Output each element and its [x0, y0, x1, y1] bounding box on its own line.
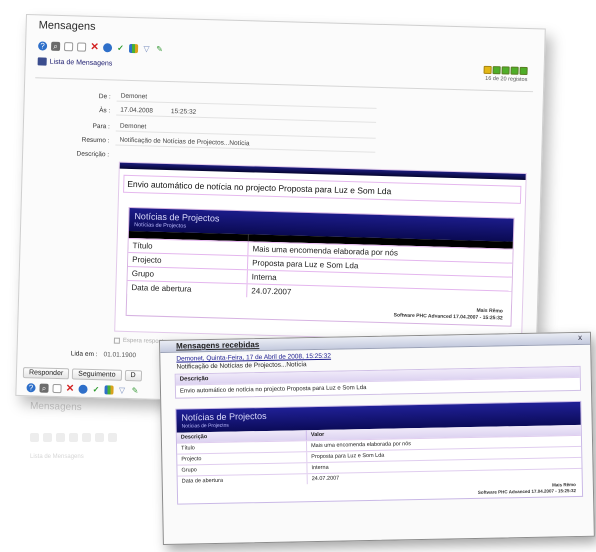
popup-news-card: Notícias de Projectos Notícias de Projec… [175, 400, 584, 505]
signature-line: Software PHC Advanced 17.04.2007 - 15:25… [477, 488, 577, 495]
reflection-icon [69, 433, 78, 442]
search-icon[interactable]: ⌕ [50, 41, 61, 51]
copy-icon[interactable] [76, 42, 87, 52]
reflection-icon [43, 433, 52, 442]
reply-button[interactable]: Responder [22, 367, 70, 380]
help-icon[interactable]: ? [37, 41, 48, 51]
follow-up-button[interactable]: Seguimento [72, 368, 122, 381]
window-title: Mensagens [38, 19, 96, 33]
reflection-icon [30, 433, 39, 442]
reflection-icon [95, 433, 104, 442]
next-record-icon[interactable] [501, 66, 510, 75]
popup-title: Mensagens recebidas [176, 340, 260, 351]
reflection-icon [56, 433, 65, 442]
filter-icon[interactable]: ▽ [142, 44, 151, 53]
field-label: Às : [99, 106, 111, 114]
previous-record-icon[interactable] [492, 66, 501, 75]
action-buttons: Responder Seguimento D [22, 367, 142, 382]
received-messages-popup: Mensagens recebidas x Demonet, Quinta-Fe… [159, 331, 595, 545]
chart-icon[interactable] [128, 43, 139, 54]
delete-icon[interactable]: ✕ [65, 383, 75, 394]
description-box: Envio automático de notícia no projecto … [114, 161, 527, 343]
bottom-toolbar: ? ⌕ ✕ ✓ ▽ ✎ [26, 383, 139, 395]
header-divider [35, 77, 534, 93]
record-navigator [483, 65, 528, 76]
filter-icon[interactable]: ▽ [117, 386, 126, 395]
edit-icon[interactable]: ✎ [155, 45, 164, 54]
reflection-icon [108, 433, 117, 442]
first-record-icon[interactable] [483, 65, 492, 75]
delete-icon[interactable]: ✕ [90, 42, 99, 53]
signature-name: Mais Rêmo [476, 307, 503, 315]
reflection-icon [82, 433, 91, 442]
field-label: Descrição : [76, 150, 110, 159]
field-label: Para : [92, 122, 110, 130]
read-on-value[interactable]: 01.01.1900 [103, 351, 136, 359]
record-count: 16 de 20 registos [485, 75, 528, 84]
read-on-label: Lida em : [70, 350, 98, 359]
read-on-row: Lida em : 01.01.1900 [57, 350, 136, 359]
message-list-label: Lista de Mensagens [49, 58, 113, 67]
goto-record-icon[interactable] [519, 66, 528, 76]
check-icon[interactable]: ✓ [116, 44, 125, 53]
message-list-link[interactable]: Lista de Mensagens [37, 57, 113, 67]
summary-value[interactable]: Notificação de Notícias de Projectos...N… [115, 135, 376, 153]
field-label: Resumo : [81, 136, 110, 144]
last-record-icon[interactable] [510, 66, 519, 75]
field-label: De : [98, 92, 111, 100]
field-description: Descrição : [37, 149, 115, 158]
more-button[interactable]: D [124, 369, 142, 382]
checkbox-box[interactable] [113, 337, 120, 344]
signature-name: Mais Rêmo [552, 482, 576, 488]
date-value[interactable]: 17.04.2008 15:25:32 [116, 105, 377, 123]
search-icon[interactable]: ⌕ [39, 383, 49, 393]
new-icon[interactable] [63, 42, 74, 52]
refresh-icon[interactable] [102, 43, 113, 53]
list-icon [37, 57, 47, 66]
new-icon[interactable] [52, 383, 62, 394]
close-icon[interactable]: x [578, 333, 582, 342]
main-toolbar: ? ⌕ ✕ ✓ ▽ ✎ [37, 41, 164, 54]
refresh-icon[interactable] [78, 384, 88, 394]
chart-icon[interactable] [104, 385, 114, 395]
help-icon[interactable]: ? [26, 383, 36, 393]
check-icon[interactable]: ✓ [91, 385, 100, 394]
edit-icon[interactable]: ✎ [130, 386, 139, 395]
news-card: Notícias de Projectos Notícias de Projec… [125, 206, 515, 327]
popup-description: Descrição Envio automático de notícia no… [174, 365, 582, 399]
description-text: Envio automático de notícia no projecto … [123, 174, 522, 204]
